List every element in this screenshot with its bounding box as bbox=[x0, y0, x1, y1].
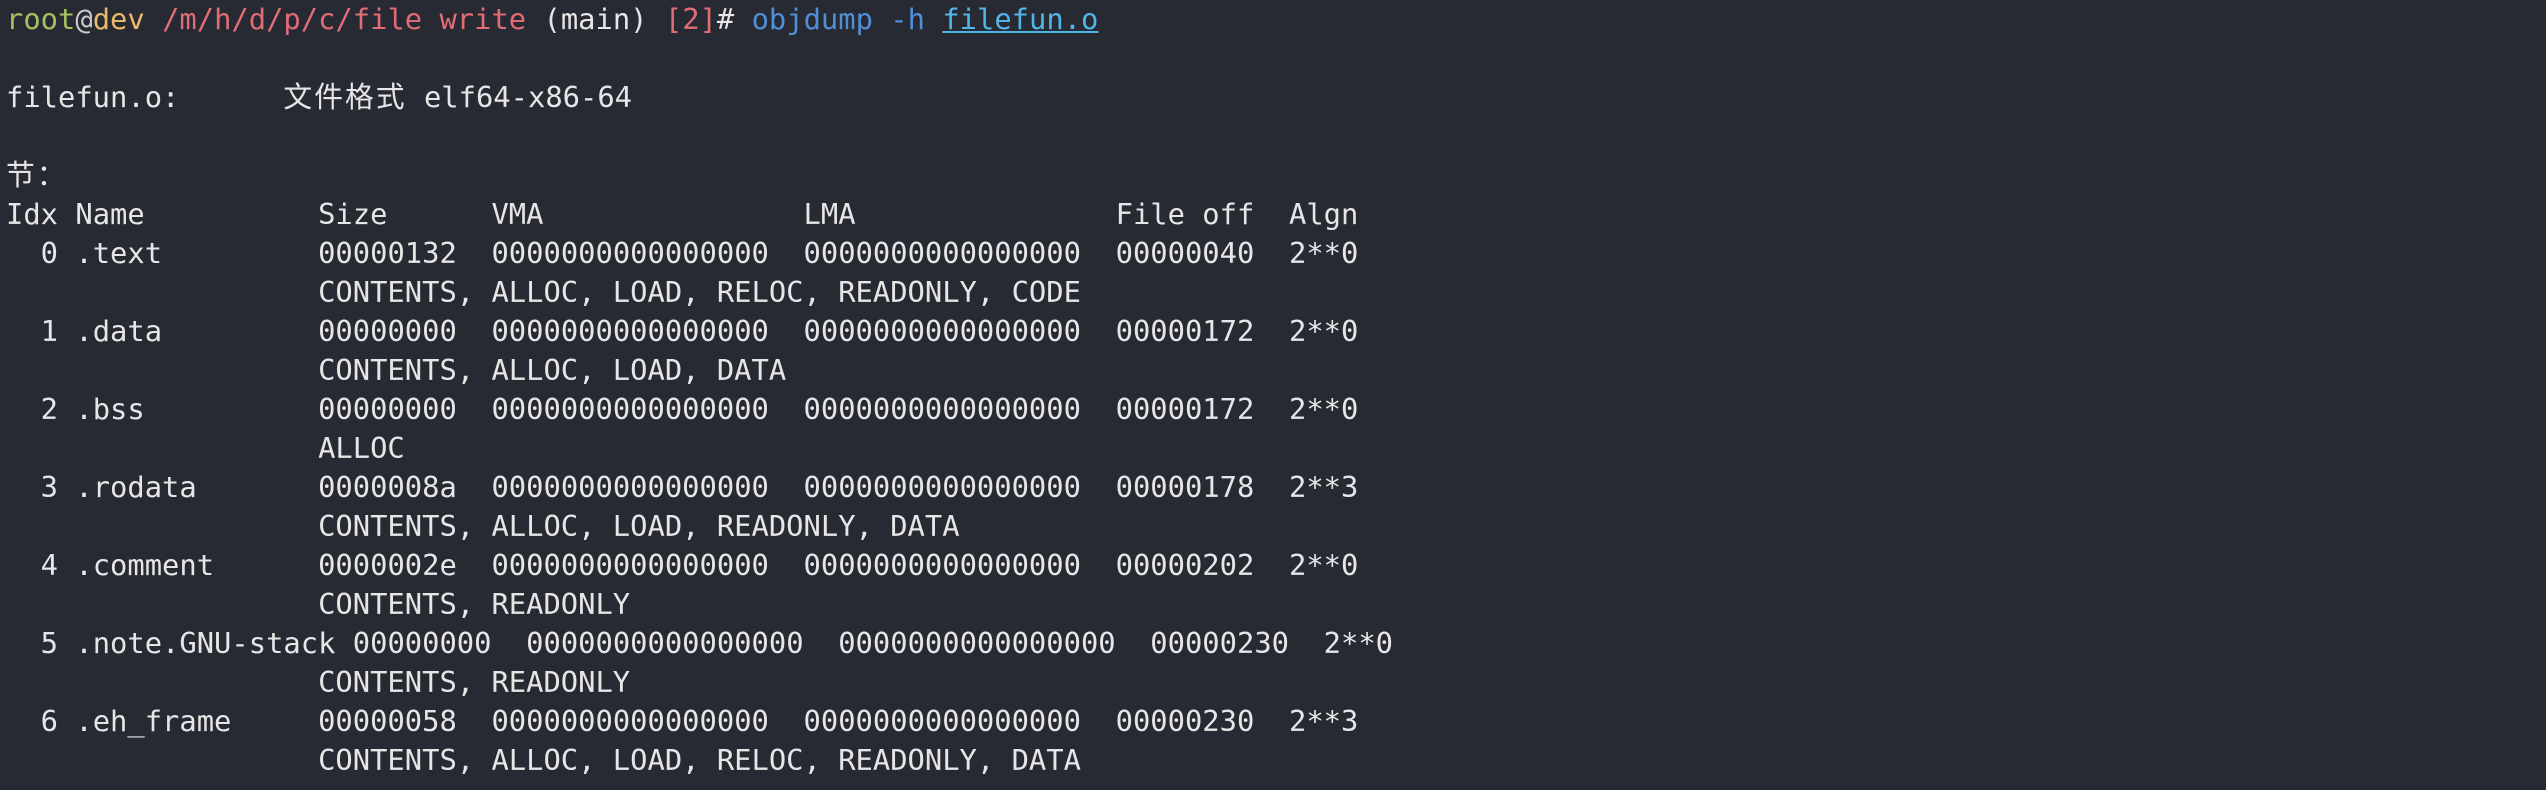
section-table-body: 0 .text 00000132 0000000000000000 000000… bbox=[6, 234, 2546, 780]
section-idx: 4 bbox=[6, 548, 76, 582]
section-algn: 2**0 bbox=[1289, 236, 1359, 270]
section-file-off: 00000040 bbox=[1115, 236, 1289, 270]
section-flags-row: CONTENTS, READONLY bbox=[6, 663, 2546, 702]
section-name: .bss bbox=[75, 392, 319, 426]
section-vma: 0000000000000000 bbox=[491, 392, 804, 426]
sections-label: 节： bbox=[6, 158, 68, 192]
column-header-file-off: File off bbox=[1115, 197, 1289, 231]
section-flags: CONTENTS, READONLY bbox=[318, 665, 631, 699]
section-name: .text bbox=[75, 236, 319, 270]
section-algn: 2**3 bbox=[1289, 704, 1359, 738]
section-flags-row: ALLOC bbox=[6, 429, 2546, 468]
section-size: 00000000 bbox=[318, 314, 492, 348]
section-file-off: 00000172 bbox=[1115, 314, 1289, 348]
section-lma: 0000000000000000 bbox=[803, 314, 1116, 348]
column-header-algn: Algn bbox=[1289, 197, 1359, 231]
section-vma: 0000000000000000 bbox=[491, 548, 804, 582]
section-name: .data bbox=[75, 314, 319, 348]
section-file-off: 00000178 bbox=[1115, 470, 1289, 504]
section-flags: CONTENTS, ALLOC, LOAD, DATA bbox=[318, 353, 787, 387]
section-lma: 0000000000000000 bbox=[803, 470, 1116, 504]
section-size: 0000002e bbox=[318, 548, 492, 582]
section-size: 00000000 bbox=[352, 626, 527, 660]
section-name: .comment bbox=[75, 548, 319, 582]
section-size: 0000008a bbox=[318, 470, 492, 504]
section-row: 6 .eh_frame 00000058 0000000000000000 00… bbox=[6, 702, 2546, 741]
section-algn: 2**0 bbox=[1289, 314, 1359, 348]
section-lma: 0000000000000000 bbox=[803, 548, 1116, 582]
section-flags: ALLOC bbox=[318, 431, 405, 465]
prompt-host: dev bbox=[92, 2, 145, 36]
prompt-path: /m/h/d/p/c/file write bbox=[162, 2, 527, 36]
section-name: .note.GNU-stack bbox=[75, 626, 353, 660]
prompt-symbol: # bbox=[716, 2, 735, 36]
section-flags: CONTENTS, ALLOC, LOAD, RELOC, READONLY, … bbox=[318, 275, 1081, 309]
section-vma: 0000000000000000 bbox=[491, 704, 804, 738]
section-idx: 2 bbox=[6, 392, 76, 426]
column-header-vma: VMA bbox=[491, 197, 804, 231]
section-row: 0 .text 00000132 0000000000000000 000000… bbox=[6, 234, 2546, 273]
column-header-lma: LMA bbox=[803, 197, 1116, 231]
section-table-header: Idx Name Size VMA LMA File off Algn bbox=[6, 195, 2546, 234]
section-name: .rodata bbox=[75, 470, 319, 504]
section-lma: 0000000000000000 bbox=[803, 704, 1116, 738]
section-lma: 0000000000000000 bbox=[803, 392, 1116, 426]
section-flags-row: CONTENTS, ALLOC, LOAD, DATA bbox=[6, 351, 2546, 390]
file-format-value: elf64-x86-64 bbox=[423, 80, 632, 114]
section-file-off: 00000172 bbox=[1115, 392, 1289, 426]
section-size: 00000000 bbox=[318, 392, 492, 426]
prompt-at: @ bbox=[75, 2, 93, 36]
section-name: .eh_frame bbox=[75, 704, 319, 738]
section-idx: 0 bbox=[6, 236, 76, 270]
section-file-off: 00000230 bbox=[1115, 704, 1289, 738]
section-lma: 0000000000000000 bbox=[803, 236, 1116, 270]
section-flags: CONTENTS, ALLOC, LOAD, READONLY, DATA bbox=[318, 509, 960, 543]
section-algn: 2**3 bbox=[1289, 470, 1359, 504]
section-idx: 3 bbox=[6, 470, 76, 504]
column-header-idx: Idx bbox=[6, 197, 76, 231]
section-flags-row: CONTENTS, ALLOC, LOAD, READONLY, DATA bbox=[6, 507, 2546, 546]
section-flags-row: CONTENTS, ALLOC, LOAD, RELOC, READONLY, … bbox=[6, 273, 2546, 312]
section-idx: 5 bbox=[6, 626, 76, 660]
section-size: 00000058 bbox=[318, 704, 492, 738]
terminal-window[interactable]: root@dev /m/h/d/p/c/file write (main) [2… bbox=[0, 0, 2546, 790]
command-name: objdump bbox=[751, 2, 873, 36]
section-vma: 0000000000000000 bbox=[491, 236, 804, 270]
section-lma: 0000000000000000 bbox=[838, 626, 1151, 660]
section-file-off: 00000230 bbox=[1150, 626, 1324, 660]
prompt-git-branch: (main) bbox=[543, 2, 648, 36]
section-vma: 0000000000000000 bbox=[491, 314, 804, 348]
section-row: 3 .rodata 0000008a 0000000000000000 0000… bbox=[6, 468, 2546, 507]
section-flags: CONTENTS, ALLOC, LOAD, RELOC, READONLY, … bbox=[318, 743, 1081, 777]
prompt-exit-status: [2] bbox=[664, 2, 717, 36]
section-file-off: 00000202 bbox=[1115, 548, 1289, 582]
command-argument-link[interactable]: filefun.o bbox=[942, 2, 1098, 36]
section-flags: CONTENTS, READONLY bbox=[318, 587, 631, 621]
section-row: 4 .comment 0000002e 0000000000000000 000… bbox=[6, 546, 2546, 585]
section-row: 5 .note.GNU-stack 00000000 0000000000000… bbox=[6, 624, 2546, 663]
section-row: 2 .bss 00000000 0000000000000000 0000000… bbox=[6, 390, 2546, 429]
section-algn: 2**0 bbox=[1289, 392, 1359, 426]
file-format-label: 文件格式 bbox=[283, 80, 407, 114]
sections-heading: 节： bbox=[6, 156, 2546, 195]
command-flag: -h bbox=[890, 2, 925, 36]
section-idx: 1 bbox=[6, 314, 76, 348]
command-prompt-line: root@dev /m/h/d/p/c/file write (main) [2… bbox=[6, 0, 2546, 39]
section-vma: 0000000000000000 bbox=[526, 626, 839, 660]
section-idx: 6 bbox=[6, 704, 76, 738]
section-flags-row: CONTENTS, ALLOC, LOAD, RELOC, READONLY, … bbox=[6, 741, 2546, 780]
column-header-name: Name bbox=[75, 197, 319, 231]
section-algn: 2**0 bbox=[1289, 548, 1359, 582]
section-vma: 0000000000000000 bbox=[491, 470, 804, 504]
section-row: 1 .data 00000000 0000000000000000 000000… bbox=[6, 312, 2546, 351]
section-flags-row: CONTENTS, READONLY bbox=[6, 585, 2546, 624]
prompt-user: root bbox=[6, 2, 76, 36]
section-size: 00000132 bbox=[318, 236, 492, 270]
file-format-line: filefun.o: 文件格式 elf64-x86-64 bbox=[6, 78, 2546, 117]
section-algn: 2**0 bbox=[1323, 626, 1394, 660]
file-name: filefun.o: bbox=[6, 80, 180, 114]
column-header-size: Size bbox=[318, 197, 492, 231]
